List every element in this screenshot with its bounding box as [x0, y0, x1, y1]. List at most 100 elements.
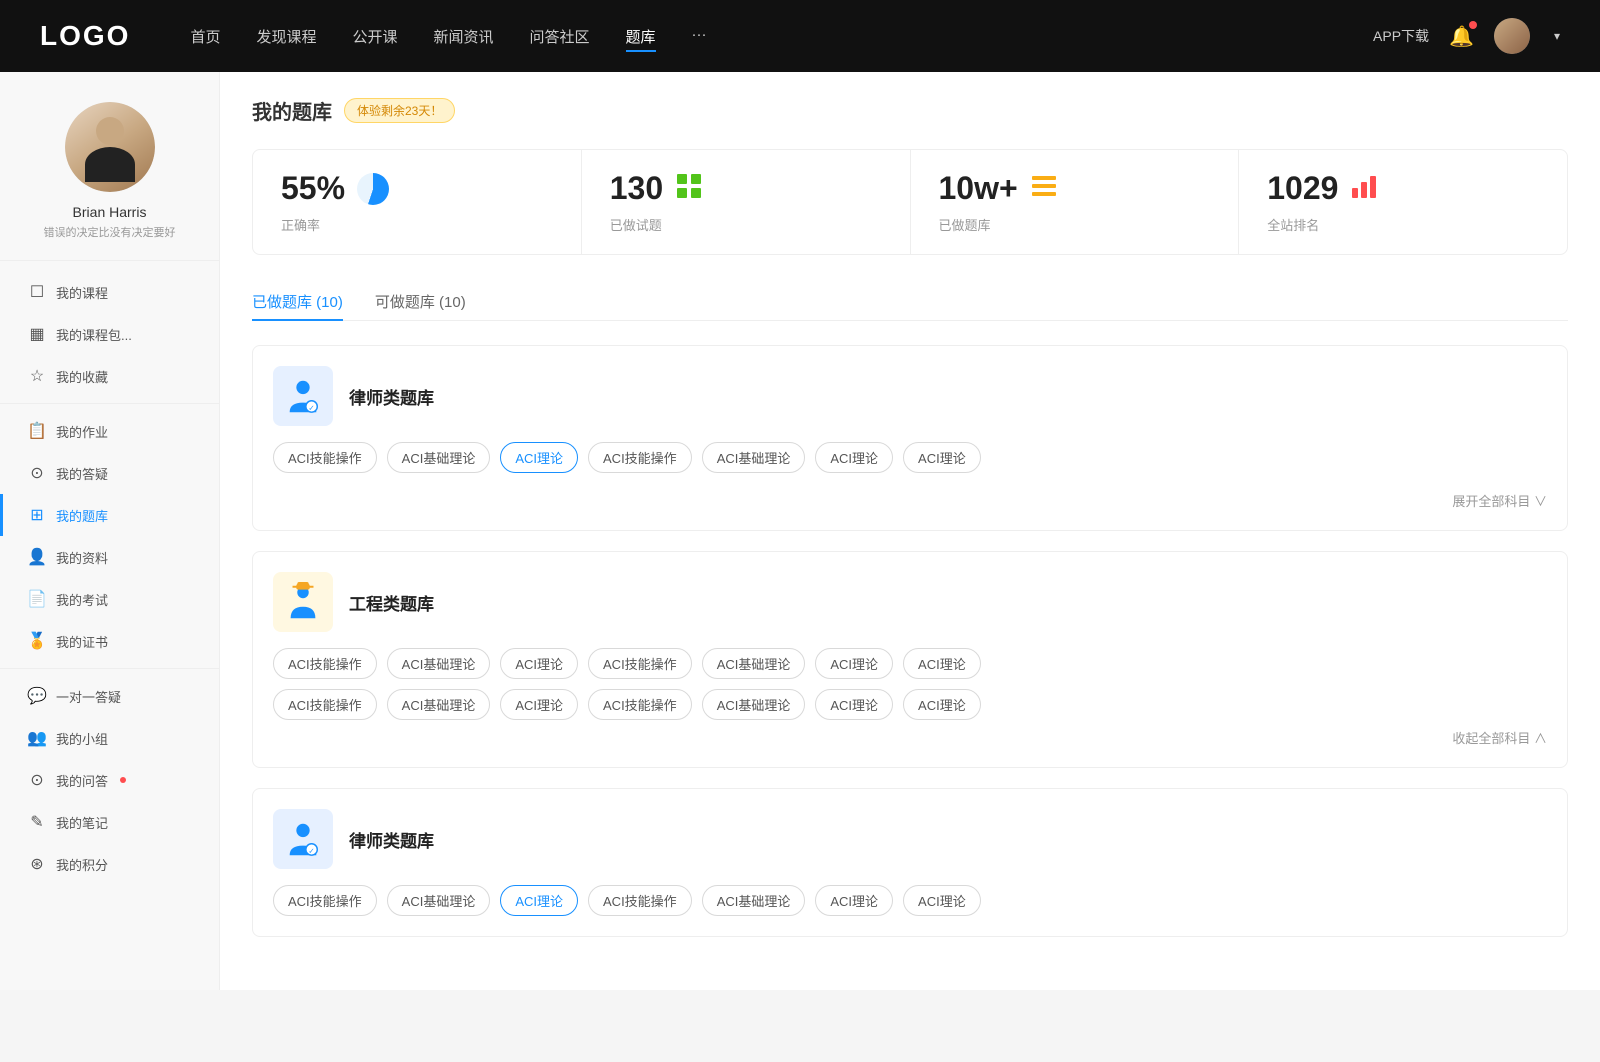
sidebar-item-collect[interactable]: ☆ 我的收藏 [0, 355, 219, 397]
sidebar-item-cert[interactable]: 🏅 我的证书 [0, 620, 219, 662]
subject-tag[interactable]: ACI技能操作 [588, 885, 692, 916]
subject-tag[interactable]: ACI基础理论 [702, 689, 806, 720]
stat-rank: 1029 全站排名 [1239, 150, 1567, 254]
cert-icon: 🏅 [28, 631, 46, 651]
subject-tag[interactable]: ACI技能操作 [273, 885, 377, 916]
bank-icon-engineer [273, 572, 333, 632]
sidebar-item-exam[interactable]: 📄 我的考试 [0, 578, 219, 620]
subject-tag[interactable]: ACI理论 [815, 648, 893, 679]
sidebar-item-group[interactable]: 👥 我的小组 [0, 717, 219, 759]
page-title: 我的题库 [252, 96, 332, 125]
main-content: 我的题库 体验剩余23天！ 55% 正确率 130 [220, 72, 1600, 990]
sidebar-item-package[interactable]: ▦ 我的课程包... [0, 313, 219, 355]
stat-label-done-b: 已做题库 [939, 215, 1211, 234]
subjects-row-2b: ACI技能操作 ACI基础理论 ACI理论 ACI技能操作 ACI基础理论 AC… [273, 689, 1547, 720]
sidebar-item-points[interactable]: ⊛ 我的积分 [0, 843, 219, 885]
subject-tag[interactable]: ACI理论 [815, 689, 893, 720]
logo[interactable]: LOGO [40, 20, 130, 52]
nav-item-bank[interactable]: 题库 [626, 26, 656, 47]
question-icon: ⊙ [28, 463, 46, 483]
subject-tag[interactable]: ACI基础理论 [702, 885, 806, 916]
sidebar-label-group: 我的小组 [56, 729, 108, 748]
navbar-right: APP下载 🔔 ▾ [1373, 18, 1560, 54]
subject-tag[interactable]: ACI技能操作 [588, 689, 692, 720]
sidebar-item-bank[interactable]: ⊞ 我的题库 [0, 494, 219, 536]
sidebar-item-homework[interactable]: 📋 我的作业 [0, 410, 219, 452]
qa-dot [120, 777, 126, 783]
tabs: 已做题库 (10) 可做题库 (10) [252, 283, 1568, 321]
nav-item-qa[interactable]: 问答社区 [530, 26, 590, 47]
nav-item-discover[interactable]: 发现课程 [256, 26, 316, 47]
chat-icon: 💬 [28, 686, 46, 706]
subject-tag[interactable]: ACI技能操作 [588, 648, 692, 679]
expand-link-1[interactable]: 展开全部科目 ∨ [273, 491, 1547, 510]
subject-tag[interactable]: ACI技能操作 [588, 442, 692, 473]
navbar: LOGO 首页 发现课程 公开课 新闻资讯 问答社区 题库 ··· APP下载 … [0, 0, 1600, 72]
stat-label-done-q: 已做试题 [610, 215, 882, 234]
subject-tag[interactable]: ACI理论 [903, 885, 981, 916]
nav-item-news[interactable]: 新闻资讯 [434, 26, 494, 47]
bank-icon-lawyer-1: ✓ [273, 366, 333, 426]
trial-badge: 体验剩余23天！ [344, 98, 455, 123]
nav-item-open[interactable]: 公开课 [352, 26, 397, 47]
subject-tag[interactable]: ACI基础理论 [702, 442, 806, 473]
myqa-icon: ⊙ [28, 770, 46, 790]
sidebar-item-myqa[interactable]: ⊙ 我的问答 [0, 759, 219, 801]
bank-header-1: ✓ 律师类题库 [273, 366, 1547, 426]
stat-top-accuracy: 55% [281, 170, 553, 207]
stat-done-questions: 130 已做试题 [582, 150, 911, 254]
subjects-row-3: ACI技能操作 ACI基础理论 ACI理论 ACI技能操作 ACI基础理论 AC… [273, 885, 1547, 916]
sidebar-label-myqa: 我的问答 [56, 771, 108, 790]
notification-bell[interactable]: 🔔 [1449, 24, 1474, 49]
subject-tag[interactable]: ACI基础理论 [387, 885, 491, 916]
stat-value-accuracy: 55% [281, 170, 345, 207]
nav-item-home[interactable]: 首页 [190, 26, 220, 47]
bank-header-2: 工程类题库 [273, 572, 1547, 632]
star-icon: ☆ [28, 366, 46, 386]
sidebar-label-notes: 我的笔记 [56, 813, 108, 832]
user-avatar-nav[interactable] [1494, 18, 1530, 54]
sidebar-label-profile: 我的资料 [56, 548, 108, 567]
subject-tag[interactable]: ACI理论 [815, 885, 893, 916]
sidebar-item-1on1[interactable]: 💬 一对一答疑 [0, 675, 219, 717]
subject-tag[interactable]: ACI基础理论 [387, 689, 491, 720]
subject-tag[interactable]: ACI理论 [500, 648, 578, 679]
profile-section: Brian Harris 错误的决定比没有决定要好 [0, 102, 219, 261]
subject-tag[interactable]: ACI理论 [903, 648, 981, 679]
sidebar-item-notes[interactable]: ✎ 我的笔记 [0, 801, 219, 843]
subject-tag[interactable]: ACI理论 [903, 442, 981, 473]
tab-done-banks[interactable]: 已做题库 (10) [252, 283, 343, 320]
subject-tag-selected[interactable]: ACI理论 [500, 885, 578, 916]
subject-tag[interactable]: ACI基础理论 [702, 648, 806, 679]
avatar-circle [65, 102, 155, 192]
subject-tag[interactable]: ACI技能操作 [273, 442, 377, 473]
subject-tag[interactable]: ACI技能操作 [273, 689, 377, 720]
sidebar-item-profile[interactable]: 👤 我的资料 [0, 536, 219, 578]
subject-tag[interactable]: ACI基础理论 [387, 648, 491, 679]
collapse-link-2[interactable]: 收起全部科目 ∧ [273, 728, 1547, 747]
exam-icon: 📄 [28, 589, 46, 609]
subject-tag-selected[interactable]: ACI理论 [500, 442, 578, 473]
subject-tag[interactable]: ACI基础理论 [387, 442, 491, 473]
bank-icon-lawyer-3: ✓ [273, 809, 333, 869]
stat-done-banks: 10w+ 已做题库 [911, 150, 1240, 254]
chart-icon [1350, 172, 1378, 206]
subject-tag[interactable]: ACI理论 [903, 689, 981, 720]
tab-available-banks[interactable]: 可做题库 (10) [375, 283, 466, 320]
sidebar-item-course[interactable]: ☐ 我的课程 [0, 271, 219, 313]
app-download-btn[interactable]: APP下载 [1373, 26, 1429, 46]
avatar-image [1494, 18, 1530, 54]
course-icon: ☐ [28, 282, 46, 302]
nav-item-more[interactable]: ··· [692, 26, 707, 47]
user-menu-chevron[interactable]: ▾ [1554, 29, 1560, 43]
page-header: 我的题库 体验剩余23天！ [252, 96, 1568, 125]
subject-tag[interactable]: ACI技能操作 [273, 648, 377, 679]
nav-menu: 首页 发现课程 公开课 新闻资讯 问答社区 题库 ··· [190, 26, 1373, 47]
notification-badge [1469, 21, 1477, 29]
pie-chart-icon [357, 173, 389, 205]
sidebar: Brian Harris 错误的决定比没有决定要好 ☐ 我的课程 ▦ 我的课程包… [0, 72, 220, 990]
subject-tag[interactable]: ACI理论 [815, 442, 893, 473]
subject-tag[interactable]: ACI理论 [500, 689, 578, 720]
sidebar-item-question[interactable]: ⊙ 我的答疑 [0, 452, 219, 494]
sidebar-label-bank: 我的题库 [56, 506, 108, 525]
